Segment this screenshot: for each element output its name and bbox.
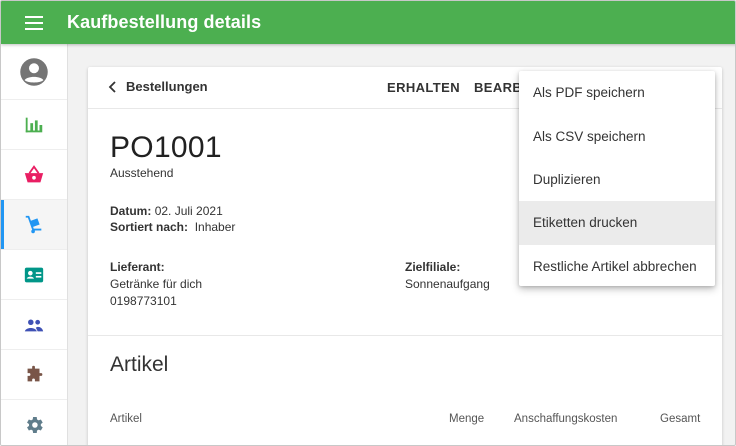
order-number: PO1001 [110, 131, 222, 164]
puzzle-icon [27, 365, 43, 381]
back-to-orders-link[interactable]: Bestellungen [108, 79, 208, 94]
supplier-label: Lieferant: [110, 260, 165, 274]
target-branch-name: Sonnenaufgang [405, 277, 490, 291]
shopping-basket-icon [24, 164, 44, 182]
sidebar-nav [1, 44, 68, 445]
column-header-article[interactable]: Artikel [110, 413, 142, 425]
app-bar: Kaufbestellung details [1, 1, 735, 44]
order-date-row: Datum: 02. Juli 2021 [110, 204, 223, 218]
back-link-label: Bestellungen [126, 79, 208, 94]
column-header-quantity[interactable]: Menge [449, 413, 484, 425]
sidebar-item-settings[interactable] [1, 400, 67, 445]
sidebar-item-users[interactable] [1, 300, 67, 350]
sorted-by-row: Sortiert nach: Inhaber [110, 220, 235, 234]
menu-item-save-csv[interactable]: Als CSV speichern [519, 114, 715, 157]
contact-card-icon [24, 267, 44, 282]
menu-item-save-pdf[interactable]: Als PDF speichern [519, 71, 715, 114]
sorted-by-label: Sortiert nach: [110, 220, 189, 234]
sidebar-item-purchasing[interactable] [1, 200, 67, 250]
sidebar-item-sales[interactable] [1, 150, 67, 200]
people-icon [24, 319, 44, 331]
sidebar-item-extensions[interactable] [1, 350, 67, 400]
receive-button[interactable]: ERHALTEN [387, 80, 460, 95]
order-date-value: 02. Juli 2021 [154, 204, 223, 218]
sidebar-item-reports[interactable] [1, 100, 67, 150]
actions-dropdown-menu: Als PDF speichern Als CSV speichern Dupl… [519, 71, 715, 286]
menu-item-print-labels[interactable]: Etiketten drucken [519, 201, 715, 245]
account-circle-icon [20, 57, 48, 86]
hand-truck-icon [25, 215, 42, 233]
sorted-by-value: Inhaber [194, 220, 236, 234]
order-date-label: Datum: [110, 204, 152, 218]
column-header-cost[interactable]: Anschaffungskosten [514, 413, 617, 425]
menu-item-duplicate[interactable]: Duplizieren [519, 158, 715, 201]
section-divider [88, 335, 722, 336]
hamburger-menu-button[interactable] [1, 1, 67, 44]
gear-icon [27, 417, 43, 433]
supplier-name: Getränke für dich [110, 277, 203, 291]
sidebar-item-contacts[interactable] [1, 250, 67, 300]
column-header-total[interactable]: Gesamt [660, 413, 700, 425]
sidebar-item-account[interactable] [1, 44, 67, 100]
menu-item-cancel-remaining[interactable]: Restliche Artikel abbrechen [519, 245, 715, 288]
articles-section-title: Artikel [110, 353, 169, 376]
target-branch-label: Zielfiliale: [405, 260, 461, 274]
bar-chart-icon [25, 117, 43, 132]
page-title: Kaufbestellung details [67, 12, 262, 32]
hamburger-menu-icon [25, 15, 43, 30]
app-window: Kaufbestellung details Bestellungen ERHA… [0, 0, 736, 446]
edit-button[interactable]: BEARBEITEN [474, 80, 520, 95]
order-status: Ausstehend [110, 166, 174, 180]
chevron-left-icon [108, 80, 116, 93]
supplier-phone: 0198773101 [110, 294, 177, 308]
